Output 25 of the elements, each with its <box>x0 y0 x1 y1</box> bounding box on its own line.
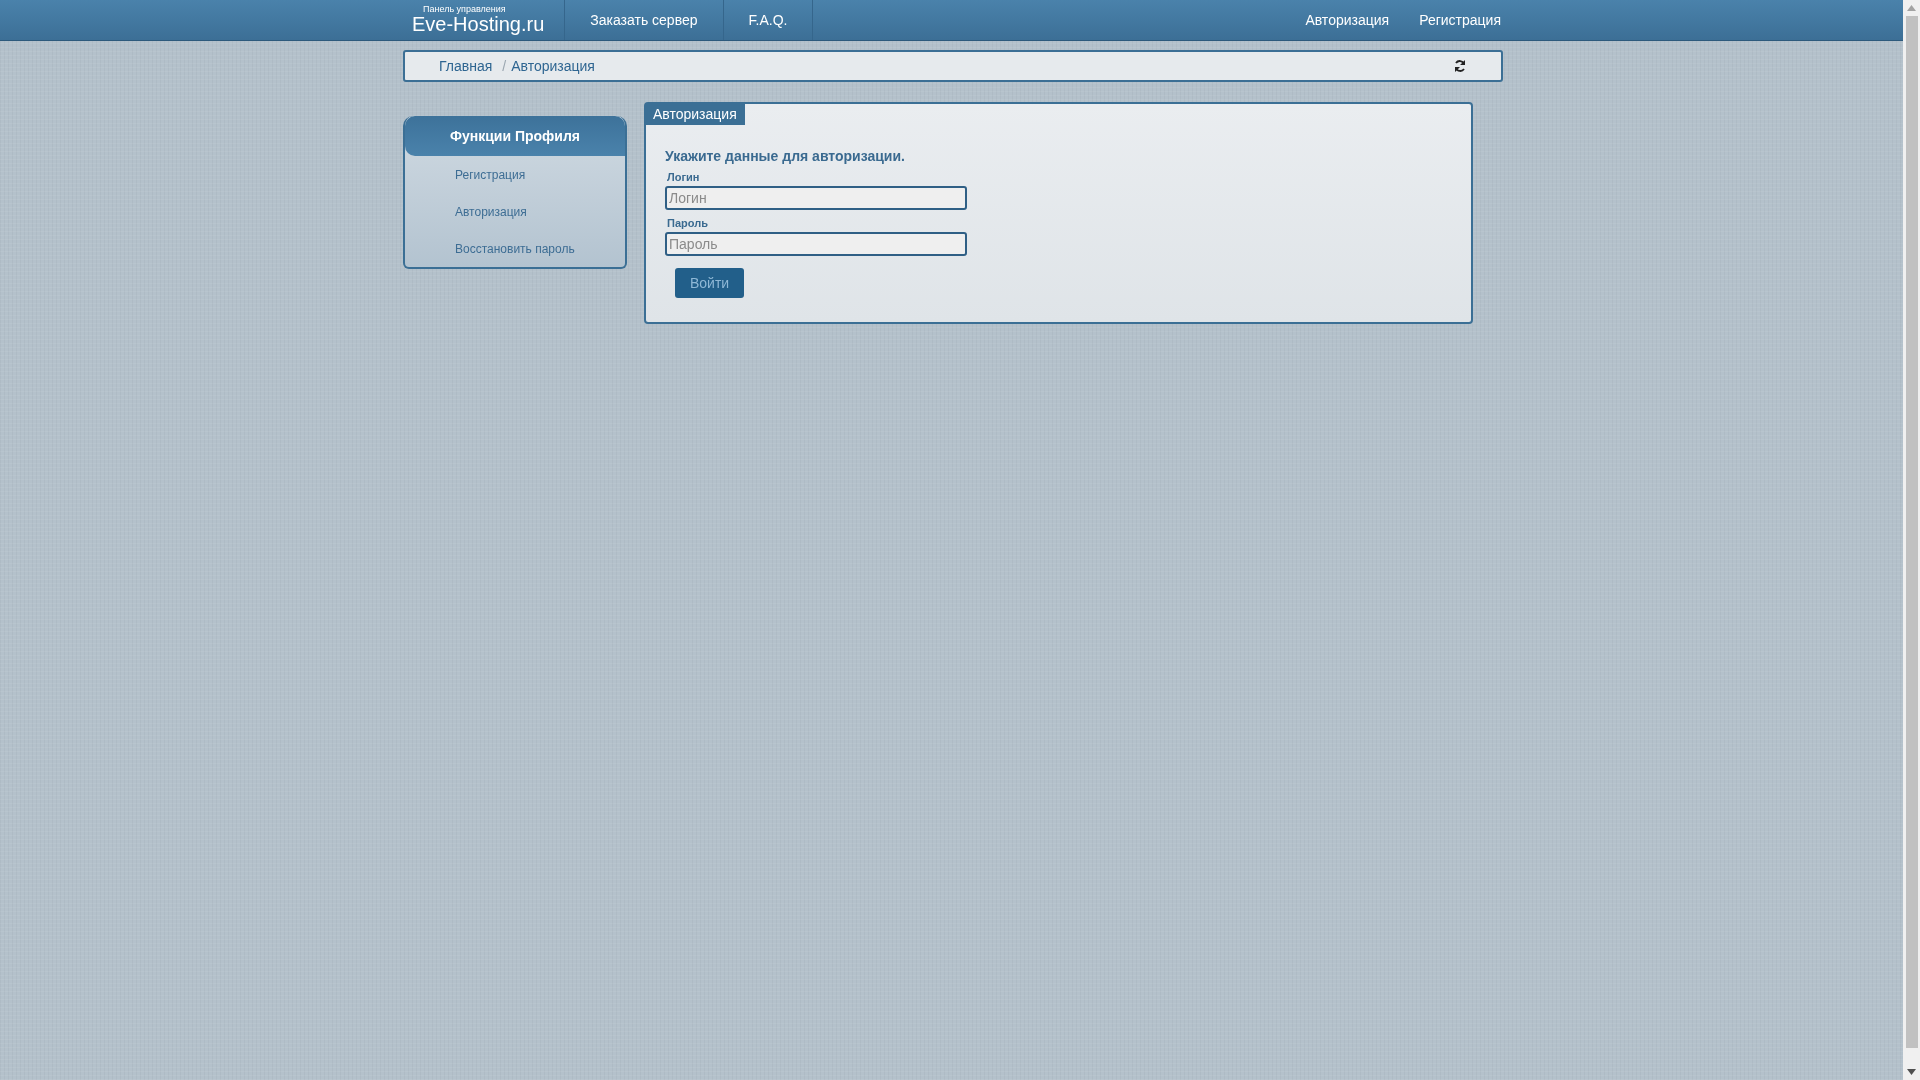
field-label: Логин <box>667 171 701 183</box>
input-field[interactable]: Логин <box>665 186 967 210</box>
scrollbar-thumb[interactable] <box>1905 16 1918 1048</box>
field-label: Пароль <box>667 217 709 229</box>
breadcrumb-separator: / <box>502 58 507 74</box>
scroll-down-icon[interactable] <box>1907 1069 1916 1075</box>
scroll-up-icon[interactable] <box>1907 5 1916 11</box>
logo-subtitle: Панель управления <box>422 5 507 14</box>
sidebar-link[interactable]: Регистрация <box>405 156 625 193</box>
login-button[interactable]: Войти <box>675 268 745 298</box>
site-logo-link[interactable]: Eve-Hosting.ru <box>412 14 545 35</box>
nav-link[interactable]: Заказать сервер <box>565 0 724 40</box>
nav-link[interactable]: Авторизация <box>1290 0 1405 40</box>
panel-title: Авторизация <box>646 104 745 125</box>
breadcrumb-link[interactable]: Авторизация <box>511 58 595 74</box>
sidebar-title: Функции Профиля <box>405 116 625 156</box>
refresh-icon[interactable] <box>1453 59 1467 73</box>
nav-link[interactable]: F.A.Q. <box>723 0 814 40</box>
nav-link[interactable]: Регистрация <box>1404 0 1503 40</box>
scrollbar[interactable] <box>1903 0 1920 1080</box>
sidebar-link[interactable]: Восстановить пароль <box>405 230 625 267</box>
form-heading: Укажите данные для авторизации. <box>665 148 906 164</box>
sidebar-link[interactable]: Авторизация <box>405 193 625 230</box>
breadcrumb-link[interactable]: Главная <box>439 58 493 74</box>
input-field[interactable]: Пароль <box>665 232 967 256</box>
